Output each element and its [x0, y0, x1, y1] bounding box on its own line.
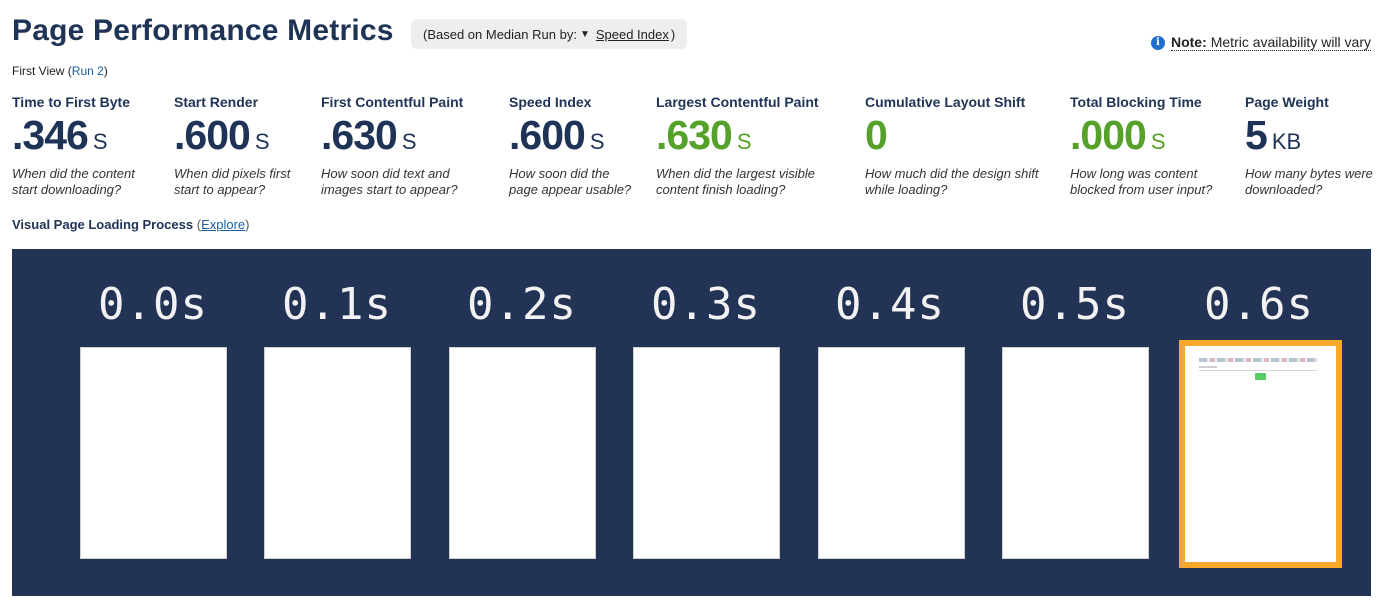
- metric-value: .630: [656, 112, 733, 158]
- metric-unit: S: [589, 129, 605, 154]
- frame-thumbnail[interactable]: [818, 347, 965, 559]
- run-link[interactable]: Run 2: [72, 64, 104, 78]
- metric-value: 5: [1245, 112, 1268, 158]
- metric-value: .346: [12, 112, 89, 158]
- metric-value: 0: [865, 112, 888, 158]
- metric-value: .600: [509, 112, 586, 158]
- metric-value: .630: [321, 112, 398, 158]
- metric-name: First Contentful Paint: [321, 94, 464, 110]
- availability-note: i Note: Metric availability will vary: [1150, 34, 1371, 51]
- explore-link[interactable]: Explore: [201, 217, 245, 232]
- run-info: First View (Run 2): [12, 64, 108, 78]
- metric-cls: Cumulative Layout Shift 0 How much did t…: [865, 94, 1051, 198]
- thumb-divider: [1199, 370, 1317, 371]
- filmstrip: 0.0s 0.1s 0.2s 0.3s 0.4s 0.5s 0.6s: [12, 249, 1371, 596]
- metric-speed-index: Speed Index .600 S How soon did the page …: [509, 94, 641, 198]
- frame-thumbnail[interactable]: [264, 347, 411, 559]
- metric-unit: KB: [1271, 129, 1302, 154]
- caret-down-icon[interactable]: ▼: [580, 29, 590, 40]
- frame-time-label: 0.3s: [651, 279, 761, 330]
- frame-thumbnail[interactable]: [633, 347, 780, 559]
- thumb-text-blur: [1199, 366, 1217, 368]
- metric-name: Cumulative Layout Shift: [865, 94, 1026, 110]
- metric-name: Total Blocking Time: [1070, 94, 1202, 110]
- frame-time-label: 0.0s: [98, 279, 208, 330]
- metric-description: How soon did the page appear usable?: [509, 166, 632, 197]
- metric-name: Start Render: [174, 94, 259, 110]
- metric-name: Speed Index: [509, 94, 592, 110]
- metric-unit: S: [92, 129, 108, 154]
- frame-time-label: 0.6s: [1204, 279, 1314, 330]
- metric-description: How much did the design shift while load…: [865, 166, 1039, 197]
- metric-ttfb: Time to First Byte .346 S When did the co…: [12, 94, 162, 198]
- metric-name: Largest Contentful Paint: [656, 94, 819, 110]
- note-text: Metric availability will vary: [1210, 34, 1371, 50]
- frame-time-label: 0.5s: [1020, 279, 1130, 330]
- metric-tbt: Total Blocking Time .000 S How long was c…: [1070, 94, 1230, 198]
- frame-thumbnail-final[interactable]: [1179, 340, 1342, 568]
- metric-name: Time to First Byte: [12, 94, 130, 110]
- metric-description: How many bytes were downloaded?: [1245, 166, 1373, 197]
- metric-description: When did pixels first start to appear?: [174, 166, 291, 197]
- metric-fcp: First Contentful Paint .630 S How soon di…: [321, 94, 471, 198]
- frame-thumbnail[interactable]: [449, 347, 596, 559]
- metric-name: Page Weight: [1245, 94, 1329, 110]
- metric-lcp: Largest Contentful Paint .630 S When did …: [656, 94, 826, 198]
- visual-progress-heading: Visual Page Loading Process (Explore): [12, 217, 250, 232]
- note-text-wrap[interactable]: Note: Metric availability will vary: [1170, 34, 1371, 51]
- frame-time-label: 0.2s: [467, 279, 577, 330]
- frame-time-label: 0.4s: [835, 279, 945, 330]
- view-label: First View: [12, 64, 65, 78]
- thumb-button-blur: [1255, 373, 1266, 380]
- frame-time-label: 0.1s: [282, 279, 392, 330]
- median-run-selector[interactable]: (Based on Median Run by: ▼ Speed Index ): [411, 19, 688, 49]
- metric-unit: S: [736, 129, 752, 154]
- frame-thumbnail[interactable]: [80, 347, 227, 559]
- metric-description: When did the content start downloading?: [12, 166, 135, 197]
- metric-unit: S: [401, 129, 417, 154]
- frame-thumbnail[interactable]: [1002, 347, 1149, 559]
- metric-start-render: Start Render .600 S When did pixels first…: [174, 94, 310, 198]
- metric-description: How soon did text and images start to ap…: [321, 166, 458, 197]
- metric-unit: S: [1150, 129, 1166, 154]
- metric-description: When did the largest visible content fin…: [656, 166, 815, 197]
- thumb-title-blur: [1199, 358, 1317, 362]
- metric-description: How long was content blocked from user i…: [1070, 166, 1213, 197]
- median-metric-select[interactable]: Speed Index: [596, 27, 669, 42]
- page-title: Page Performance Metrics: [12, 14, 394, 47]
- median-run-prefix: (Based on Median Run by:: [423, 26, 577, 42]
- note-label: Note:: [1170, 34, 1207, 50]
- metric-unit: S: [254, 129, 270, 154]
- metric-value: .000: [1070, 112, 1147, 158]
- metric-value: .600: [174, 112, 251, 158]
- visual-progress-title: Visual Page Loading Process: [12, 217, 194, 232]
- info-icon: i: [1150, 35, 1165, 50]
- median-run-suffix: ): [670, 26, 676, 42]
- metric-page-weight: Page Weight 5 KB How many bytes were down…: [1245, 94, 1373, 198]
